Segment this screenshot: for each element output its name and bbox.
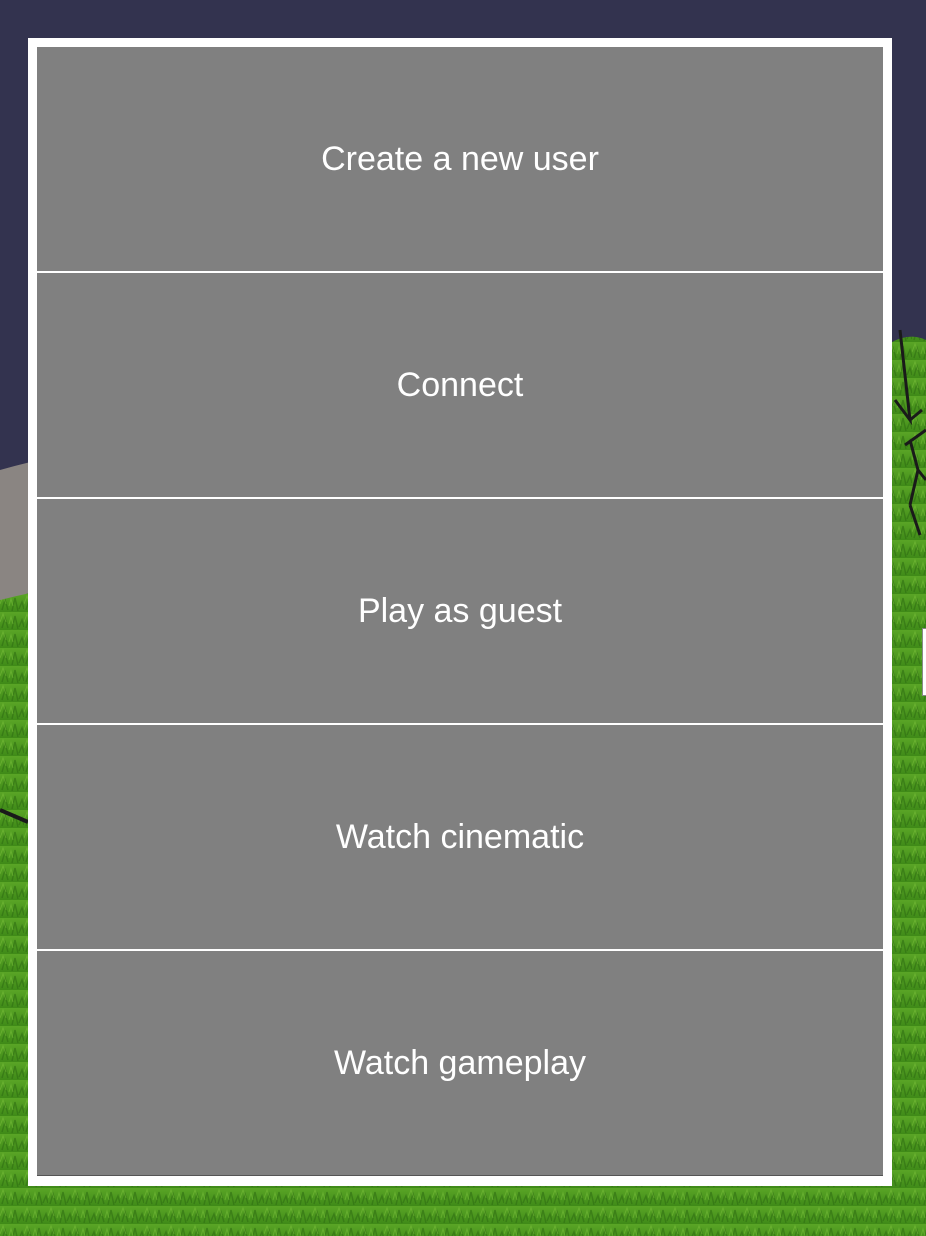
connect-button[interactable]: Connect <box>37 273 883 497</box>
main-menu-list: Create a new user Connect Play as guest … <box>37 47 883 1178</box>
watch-gameplay-button[interactable]: Watch gameplay <box>37 951 883 1176</box>
watch-cinematic-button[interactable]: Watch cinematic <box>37 725 883 949</box>
play-as-guest-button[interactable]: Play as guest <box>37 499 883 723</box>
create-user-button[interactable]: Create a new user <box>37 47 883 271</box>
main-menu-panel: Create a new user Connect Play as guest … <box>28 38 892 1186</box>
side-panel-handle[interactable] <box>922 628 926 696</box>
